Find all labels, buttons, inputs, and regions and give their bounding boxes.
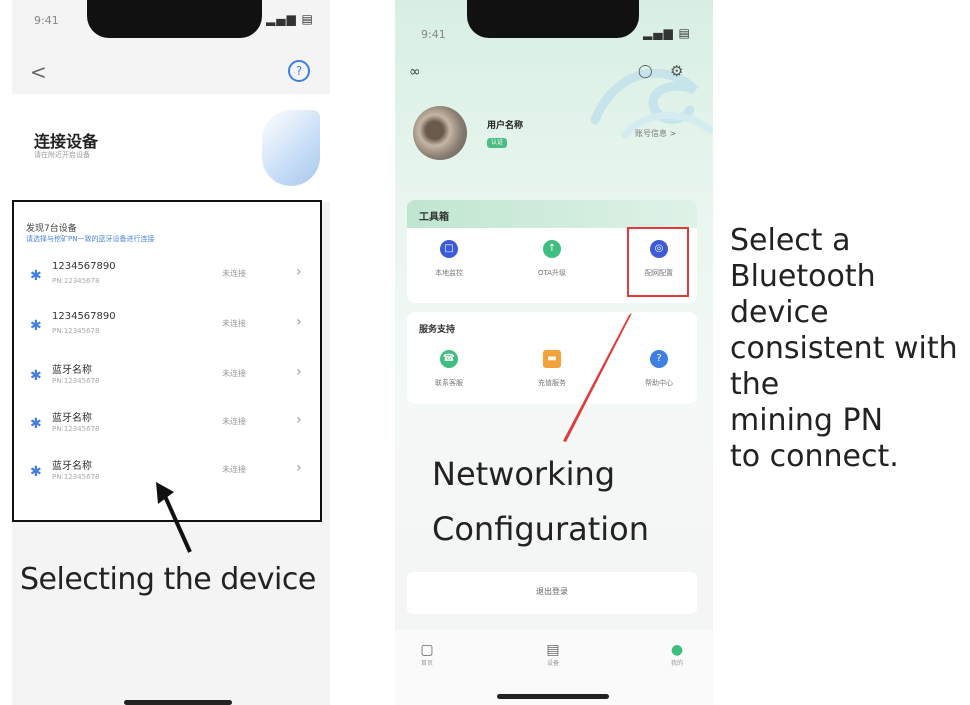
user-icon: ●	[670, 642, 684, 658]
card-icon: ▬	[543, 350, 561, 368]
home-icon: ▢	[420, 642, 434, 658]
page-title: 连接设备	[34, 132, 99, 151]
bluetooth-icon: ✱	[30, 464, 42, 480]
logout-label: 退出登录	[536, 587, 568, 596]
chevron-right-icon: ›	[296, 364, 302, 380]
bluetooth-icon: ✱	[30, 416, 42, 432]
tab-device[interactable]: ▤ 设备	[533, 642, 573, 667]
phone-screen-profile: 9:41 ▂▄▆ ▤ ∞ ◯ ⚙ 用户名称 认证 账号信息 > 工具箱 □ 本地…	[395, 0, 713, 705]
device-row[interactable]: ✱ 1234567890 PN:12345678 未连接 ›	[26, 258, 316, 302]
service-recharge[interactable]: ▬ 充值服务	[522, 350, 582, 388]
phone-notch	[87, 0, 262, 38]
device-name: 1234567890	[52, 261, 116, 272]
chevron-right-icon: ›	[296, 412, 302, 428]
instruction-line: to connect.	[730, 439, 899, 474]
scan-icon[interactable]: ∞	[409, 64, 421, 80]
device-status: 未连接	[222, 319, 246, 328]
instruction-line: Select a	[730, 223, 851, 258]
service-label: 帮助中心	[645, 379, 673, 387]
selection-hint: 请选择与挖矿PN一致的蓝牙设备进行连接	[26, 235, 155, 243]
status-time: 9:41	[421, 28, 446, 41]
instruction-text: Select a Bluetooth device consistent wit…	[730, 223, 958, 475]
chevron-right-icon: ›	[296, 460, 302, 476]
bluetooth-icon: ✱	[30, 368, 42, 384]
home-indicator	[497, 694, 609, 699]
bell-icon[interactable]: ◯	[638, 64, 653, 79]
tab-label: 我的	[670, 660, 683, 667]
gear-icon[interactable]: ⚙	[670, 62, 683, 80]
pointer-arrow-icon	[156, 482, 192, 553]
instruction-line: the	[730, 367, 780, 402]
device-status: 未连接	[222, 465, 246, 474]
tab-label: 首页	[420, 660, 433, 667]
instruction-line: consistent with	[730, 331, 958, 366]
tab-label: 设备	[546, 660, 559, 667]
caption-networking: Networking	[432, 455, 616, 493]
device-status: 未连接	[222, 417, 246, 426]
status-icons: ▂▄▆ ▤	[643, 26, 691, 40]
device-pn: PN:12345678	[52, 377, 100, 385]
services-title: 服务支持	[419, 325, 456, 335]
service-contact[interactable]: ☎ 联系客服	[419, 350, 479, 388]
tool-label: 本地监控	[435, 269, 463, 277]
bluetooth-icon: ✱	[30, 318, 42, 334]
monitor-icon: □	[440, 240, 458, 258]
tab-mine[interactable]: ● 我的	[657, 642, 697, 667]
toolbox-header	[407, 200, 697, 228]
service-label: 联系客服	[435, 379, 463, 387]
device-pn: PN:12345678	[52, 473, 100, 481]
instruction-line: Bluetooth	[730, 259, 876, 294]
phone-notch	[467, 0, 639, 38]
upgrade-icon: ↑	[543, 240, 561, 258]
device-icon: ▤	[546, 642, 560, 658]
status-badge: 认证	[487, 138, 507, 148]
page-subtitle: 请在附近开启设备	[34, 151, 90, 159]
status-icons: ▂▄▆ ▤	[266, 12, 314, 26]
device-name: 1234567890	[52, 311, 116, 322]
toolbox-title: 工具箱	[419, 212, 449, 223]
caption-selecting-device: Selecting the device	[20, 562, 316, 597]
account-info-link[interactable]: 账号信息 >	[635, 128, 676, 139]
tool-label: OTA升级	[537, 269, 567, 277]
chevron-right-icon: ›	[296, 314, 302, 330]
chevron-right-icon: ›	[296, 264, 302, 280]
decorative-shape	[262, 110, 320, 186]
help-icon[interactable]: ?	[288, 60, 310, 82]
tool-ota-upgrade[interactable]: ↑ OTA升级	[522, 240, 582, 278]
network-config-highlight-box	[627, 227, 689, 297]
instruction-line: mining PN	[730, 403, 884, 438]
headset-icon: ☎	[440, 350, 458, 368]
found-count-label: 发现7台设备	[26, 224, 77, 234]
tab-home[interactable]: ▢ 首页	[407, 642, 447, 667]
avatar[interactable]	[413, 106, 467, 160]
device-row[interactable]: ✱ 蓝牙名称 PN:12345678 未连接 ›	[26, 358, 316, 402]
device-name: 蓝牙名称	[52, 413, 92, 424]
instruction-line: device	[730, 295, 829, 330]
username: 用户名称	[487, 121, 524, 131]
device-pn: PN:12345678	[52, 327, 100, 335]
device-status: 未连接	[222, 369, 246, 378]
bluetooth-icon: ✱	[30, 268, 42, 284]
device-pn: PN:12345678	[52, 277, 100, 285]
device-status: 未连接	[222, 269, 246, 278]
service-label: 充值服务	[538, 379, 566, 387]
device-row[interactable]: ✱ 蓝牙名称 PN:12345678 未连接 ›	[26, 406, 316, 450]
device-pn: PN:12345678	[52, 425, 100, 433]
device-name: 蓝牙名称	[52, 365, 92, 376]
device-row[interactable]: ✱ 1234567890 PN:12345678 未连接 ›	[26, 308, 316, 352]
device-name: 蓝牙名称	[52, 461, 92, 472]
question-icon: ?	[650, 350, 668, 368]
status-time: 9:41	[34, 14, 59, 27]
service-help[interactable]: ? 帮助中心	[629, 350, 689, 388]
phone-screen-device-selection: 9:41 ▂▄▆ ▤ < ? 连接设备 请在附近开启设备 发现7台设备 请选择与…	[12, 0, 330, 705]
home-indicator	[124, 700, 232, 705]
tool-local-monitor[interactable]: □ 本地监控	[419, 240, 479, 278]
back-button[interactable]: <	[30, 60, 47, 84]
caption-configuration: Configuration	[432, 510, 650, 548]
